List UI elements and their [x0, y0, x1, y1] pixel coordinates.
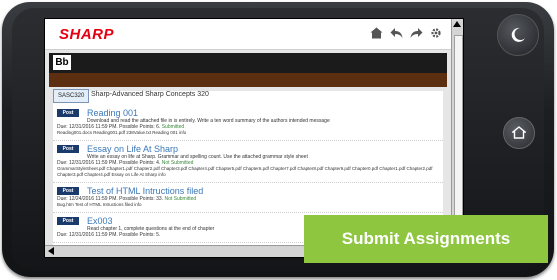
scroll-left-arrow-icon[interactable]	[48, 247, 54, 255]
course-banner	[49, 73, 447, 87]
submit-assignments-banner: Submit Assignments	[304, 215, 548, 263]
assignment-title[interactable]: Essay on Life At Sharp	[87, 144, 439, 154]
post-button[interactable]: Post	[57, 109, 79, 117]
scroll-up-arrow-icon[interactable]	[453, 21, 461, 27]
brand-logo: SHARP	[59, 26, 115, 43]
gear-icon[interactable]	[429, 26, 443, 40]
assignment-title[interactable]: Reading 001	[87, 108, 439, 118]
list-item: Post Test of HTML Intructions filed Due:…	[53, 183, 443, 213]
blackboard-bar: Bb	[49, 53, 447, 73]
moon-icon	[511, 27, 525, 42]
device-home-button[interactable]	[503, 117, 535, 149]
course-tab[interactable]: SASC320	[53, 89, 90, 103]
list-item: Post Essay on Life At Sharp Write an ess…	[53, 141, 443, 183]
scrollbar-thumb[interactable]	[454, 35, 463, 237]
course-title: Sharp-Advanced Sharp Concepts 320	[91, 91, 209, 98]
blackboard-logo[interactable]: Bb	[53, 55, 71, 70]
reply-icon[interactable]	[389, 26, 403, 40]
top-toolbar	[369, 26, 443, 40]
post-button[interactable]: Post	[57, 217, 79, 225]
attachments[interactable]: Reading001.docs Reading001.pdf 238Value.…	[57, 130, 439, 136]
post-button[interactable]: Post	[57, 145, 79, 153]
attachments[interactable]: GrammarStyleSheet.pdf Chapter1.pdf Chapt…	[57, 166, 439, 178]
sleep-button[interactable]	[497, 14, 539, 56]
home-icon	[512, 126, 526, 139]
home-icon[interactable]	[369, 26, 383, 40]
app-header: SHARP	[45, 19, 451, 50]
list-item: Post Reading 001 Download and read the a…	[53, 105, 443, 141]
forward-icon[interactable]	[409, 26, 423, 40]
attachments[interactable]: Bug.htm Test of HTML Intructions filed i…	[57, 202, 439, 208]
assignment-title[interactable]: Test of HTML Intructions filed	[87, 186, 439, 196]
post-button[interactable]: Post	[57, 187, 79, 195]
